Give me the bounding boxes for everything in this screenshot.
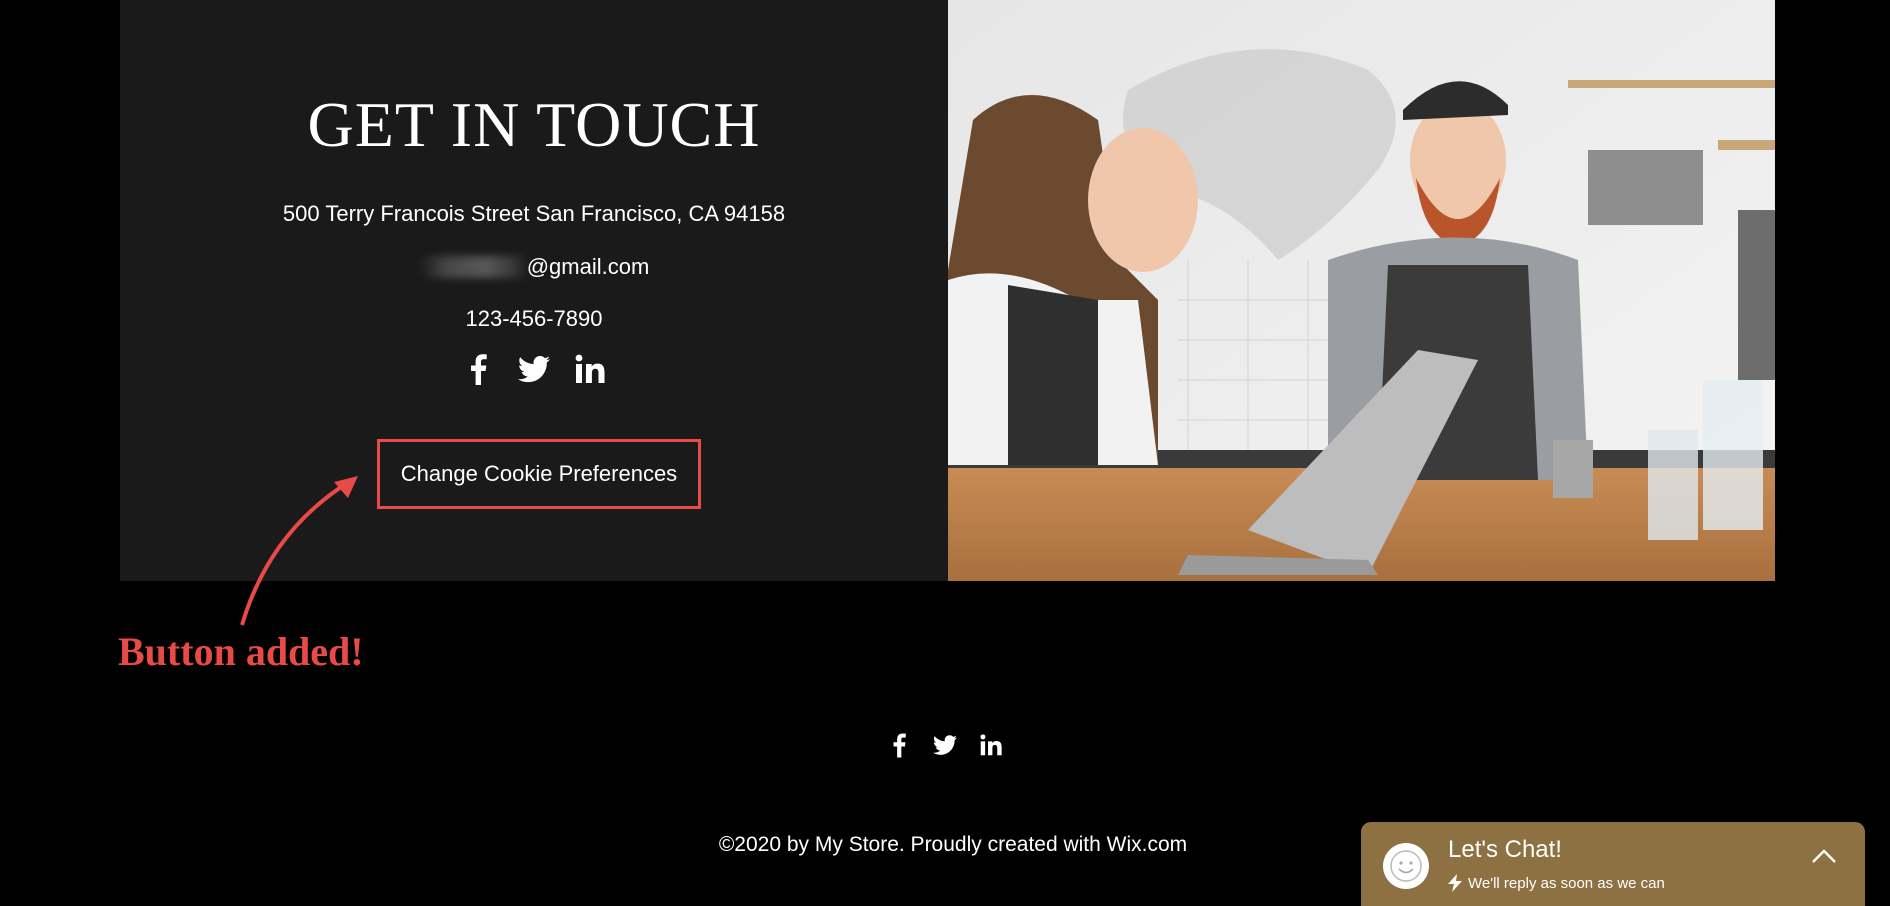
chat-title: Let's Chat! <box>1448 836 1562 863</box>
redacted-email-user <box>418 256 529 278</box>
facebook-icon[interactable] <box>884 730 914 760</box>
contact-social-bar <box>120 352 948 386</box>
annotation-arrow <box>240 476 358 626</box>
annotation-text: Button added! <box>118 629 364 674</box>
chat-subtitle-text: We'll reply as soon as we can <box>1468 874 1665 892</box>
contact-address: 500 Terry Francois Street San Francisco,… <box>282 201 786 226</box>
lightning-icon <box>1448 874 1462 892</box>
linkedin-icon[interactable] <box>976 730 1006 760</box>
footer-social-bar <box>0 730 1890 760</box>
linkedin-icon[interactable] <box>573 352 607 386</box>
cafe-photo <box>948 0 1775 581</box>
chevron-up-icon[interactable] <box>1811 848 1837 864</box>
twitter-icon[interactable] <box>517 352 551 386</box>
change-cookie-preferences-button[interactable]: Change Cookie Preferences <box>377 439 701 509</box>
twitter-icon[interactable] <box>930 730 960 760</box>
smiley-avatar-icon <box>1383 843 1429 889</box>
chat-widget[interactable]: Let's Chat! We'll reply as soon as we ca… <box>1361 822 1865 906</box>
contact-phone: 123-456-7890 <box>465 306 603 331</box>
facebook-icon[interactable] <box>461 352 495 386</box>
chat-subtitle: We'll reply as soon as we can <box>1448 874 1665 892</box>
email-domain: @gmail.com <box>526 254 650 279</box>
contact-heading: GET IN TOUCH <box>307 89 761 160</box>
contact-email[interactable]: @gmail.com <box>120 254 948 280</box>
